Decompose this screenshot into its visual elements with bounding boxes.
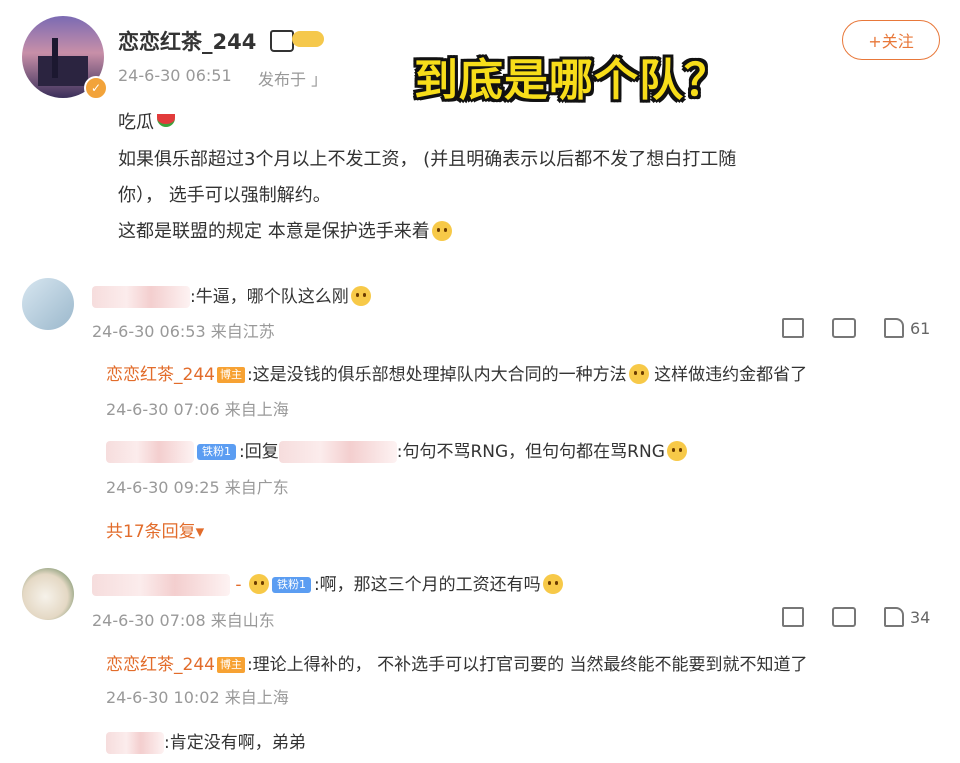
post-line-4: 这都是联盟的规定 本意是保护选手来着 xyxy=(118,221,430,242)
comment-actions: 61 xyxy=(782,318,930,338)
reply-time: 24-6-30 09:25 来自广东 xyxy=(106,478,289,497)
comment-icon[interactable] xyxy=(832,607,856,627)
verified-badge-icon: ✓ xyxy=(84,76,108,100)
commenter-avatar[interactable] xyxy=(22,278,74,330)
like-icon[interactable] xyxy=(884,318,904,338)
reply-time: 24-6-30 07:06 来自上海 xyxy=(106,400,289,419)
post-text-line-4: 这都是联盟的规定 本意是保护选手来着 xyxy=(118,217,452,243)
reply-time: 24-6-30 10:02 来自上海 xyxy=(106,688,289,707)
reply-body: :理论上得补的， 不补选手可以打官司要的 当然最终能不能要到就不知道了 xyxy=(246,655,808,675)
reply-text: 铁粉1:回复 :句句不骂RNG，但句句都在骂RNG xyxy=(106,437,687,463)
post-author-name[interactable]: 恋恋红茶_244 xyxy=(118,26,256,56)
like-count: 61 xyxy=(910,318,931,338)
reply-body: :这是没钱的俱乐部想处理掉队内大合同的一种方法 xyxy=(246,365,627,385)
comment-icon[interactable] xyxy=(832,318,856,338)
host-badge: 博主 xyxy=(216,367,245,383)
reply-body: :句句不骂RNG，但句句都在骂RNG xyxy=(396,442,665,462)
reply-body-2: 这样做违约金都省了 xyxy=(654,365,808,385)
comment-body: :牛逼，哪个队这么刚 xyxy=(190,287,349,307)
surprised-emoji-icon xyxy=(542,574,563,594)
level-badge-icon xyxy=(292,31,324,47)
comment-text: - 铁粉1:啊，那这三个月的工资还有吗 xyxy=(92,570,563,596)
reply-author[interactable]: 恋恋红茶_244 xyxy=(106,655,215,675)
comment-text: :牛逼，哪个队这么刚 xyxy=(92,282,371,308)
follow-button[interactable]: +关注 xyxy=(842,20,940,60)
reply-prefix: :回复 xyxy=(239,442,279,462)
blurred-username[interactable] xyxy=(278,441,397,463)
shy-emoji-icon xyxy=(628,364,649,384)
post-text-line-1: 吃瓜 xyxy=(118,108,175,134)
reply-text: :肯定没有啊，弟弟 xyxy=(106,728,306,754)
more-replies-link[interactable]: 共17条回复▾ xyxy=(106,517,204,542)
reply-author[interactable]: 恋恋红茶_244 xyxy=(106,365,215,385)
like-icon[interactable] xyxy=(884,607,904,627)
host-badge: 博主 xyxy=(216,657,245,673)
reply-text: 恋恋红茶_244 博主:理论上得补的， 不补选手可以打官司要的 当然最终能不能要到… xyxy=(106,650,808,675)
post-line-2: 如果俱乐部超过3个月以上不发工资， (并且明确表示以后都不发了想白打工随 xyxy=(118,149,737,170)
dog-emoji-icon xyxy=(666,441,687,461)
blurred-username[interactable] xyxy=(92,286,190,308)
share-icon[interactable] xyxy=(782,318,804,338)
commenter-avatar[interactable] xyxy=(22,568,74,620)
post-time: 24-6-30 06:51 xyxy=(118,66,232,85)
like-count: 34 xyxy=(910,607,931,627)
reply-text: 恋恋红茶_244 博主:这是没钱的俱乐部想处理掉队内大合同的一种方法 这样做违约金… xyxy=(106,360,807,385)
more-replies-label: 共17条回复 xyxy=(106,522,196,542)
post-line-1: 吃瓜 xyxy=(118,112,154,133)
post-source: 发布于 」 xyxy=(258,70,328,89)
blurred-username[interactable] xyxy=(92,574,230,596)
comment-actions: 34 xyxy=(782,607,930,627)
shy-emoji-icon xyxy=(431,221,452,241)
crown-icon xyxy=(270,30,294,52)
laugh-emoji-icon xyxy=(350,286,371,306)
reply-body: :肯定没有啊，弟弟 xyxy=(164,733,306,753)
comment-time: 24-6-30 06:53 来自江苏 xyxy=(92,322,275,341)
watermelon-emoji-icon xyxy=(157,114,175,127)
comment-time: 24-6-30 07:08 来自山东 xyxy=(92,611,275,630)
overlay-caption: 到底是哪个队？ xyxy=(414,55,729,106)
avatar-badge-icon xyxy=(248,574,269,594)
fan-badge: 铁粉1 xyxy=(197,444,236,460)
fan-badge: 铁粉1 xyxy=(271,577,311,593)
post-line-3: 你）， 选手可以强制解约。 xyxy=(118,185,331,206)
blurred-username[interactable] xyxy=(106,441,194,463)
share-icon[interactable] xyxy=(782,607,804,627)
blurred-username[interactable] xyxy=(106,732,164,754)
comment-body: :啊，那这三个月的工资还有吗 xyxy=(313,575,541,595)
caret-down-icon: ▾ xyxy=(195,522,205,542)
